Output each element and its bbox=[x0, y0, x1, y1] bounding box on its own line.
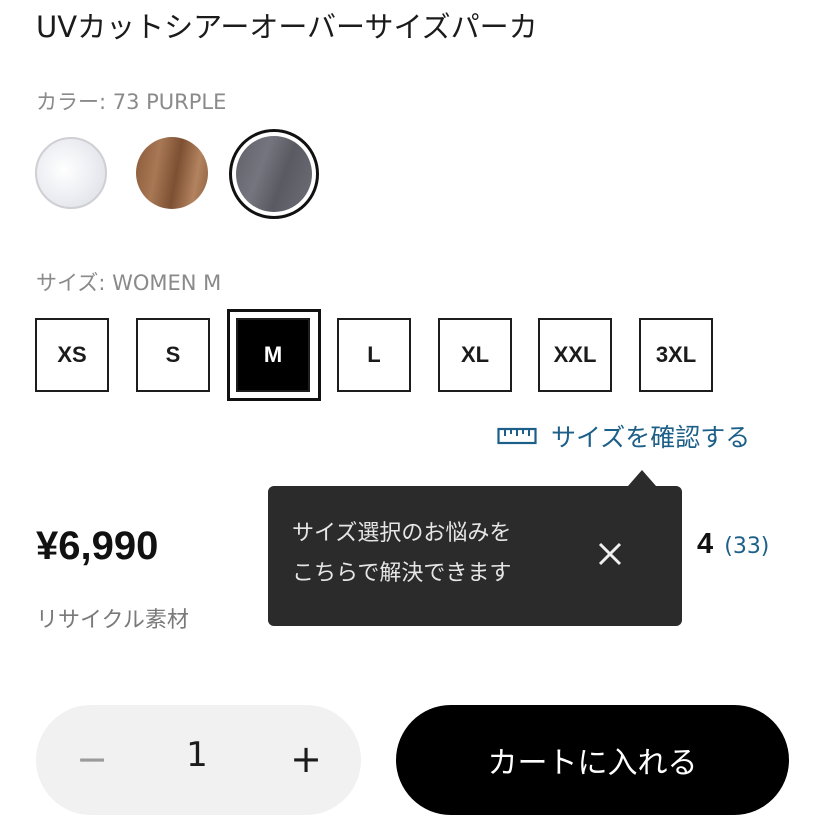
close-icon[interactable] bbox=[592, 536, 628, 572]
color-swatch-purple[interactable] bbox=[236, 136, 312, 212]
quantity-increase-button[interactable]: + bbox=[284, 737, 328, 781]
tooltip-line-2: こちらで解決できます bbox=[292, 561, 512, 586]
size-guide-link[interactable]: サイズを確認する bbox=[497, 418, 750, 454]
rating[interactable]: 4 (33) bbox=[697, 528, 769, 561]
size-option-s[interactable]: S bbox=[136, 318, 210, 392]
rating-value: 4 bbox=[697, 528, 714, 560]
size-option-xl[interactable]: XL bbox=[438, 318, 512, 392]
color-swatch-brown[interactable] bbox=[136, 137, 208, 209]
size-option-xxl[interactable]: XXL bbox=[538, 318, 612, 392]
tooltip-line-1: サイズ選択のお悩みを bbox=[292, 521, 512, 546]
quantity-decrease-button[interactable]: − bbox=[70, 737, 114, 781]
size-help-tooltip: サイズ選択のお悩みを こちらで解決できます bbox=[268, 470, 682, 626]
quantity-stepper: − 1 + bbox=[36, 705, 361, 815]
size-option-xs[interactable]: XS bbox=[35, 318, 109, 392]
material-note: リサイクル素材 bbox=[36, 608, 189, 633]
add-to-cart-button[interactable]: カートに入れる bbox=[396, 705, 789, 815]
color-label: カラー: 73 PURPLE bbox=[36, 90, 227, 114]
product-title: UVカットシアーオーバーサイズパーカ bbox=[36, 10, 538, 44]
color-swatch-white[interactable] bbox=[35, 137, 107, 209]
ruler-icon bbox=[497, 427, 537, 445]
tooltip-text: サイズ選択のお悩みを こちらで解決できます bbox=[292, 514, 511, 594]
size-option-m[interactable]: M bbox=[236, 318, 310, 392]
size-option-l[interactable]: L bbox=[337, 318, 411, 392]
size-label: サイズ: WOMEN M bbox=[36, 271, 222, 295]
size-option-3xl[interactable]: 3XL bbox=[639, 318, 713, 392]
size-guide-label: サイズを確認する bbox=[551, 423, 751, 452]
price: ¥6,990 bbox=[36, 524, 159, 568]
review-count[interactable]: (33) bbox=[724, 534, 769, 559]
quantity-value: 1 bbox=[186, 735, 208, 775]
